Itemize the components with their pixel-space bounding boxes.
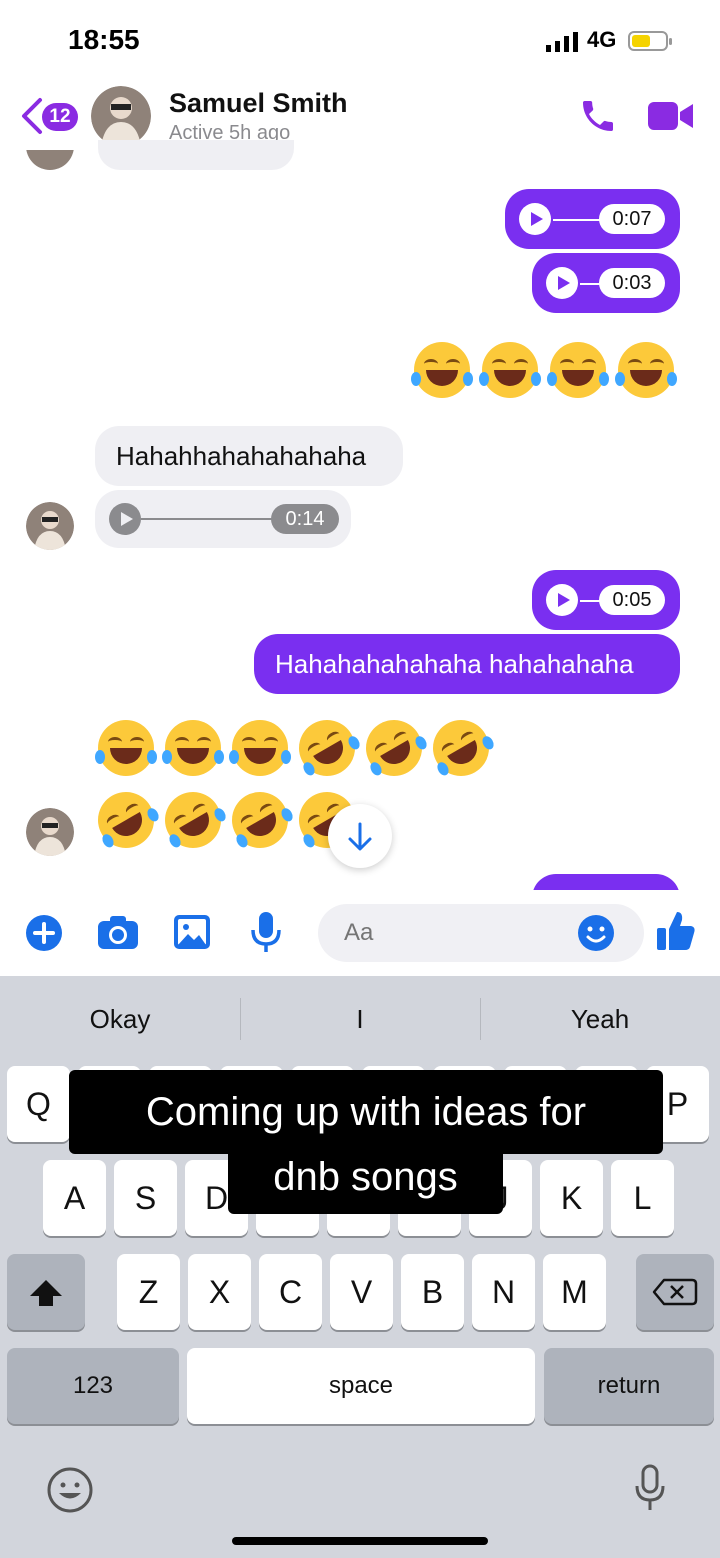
gallery-icon[interactable] — [173, 914, 211, 950]
incoming-text-message[interactable]: Hahahhahahahahaha — [95, 426, 403, 486]
play-icon[interactable] — [109, 503, 141, 535]
sender-avatar-partial — [26, 150, 74, 170]
rolling-on-the-floor-laughing-icon — [288, 709, 366, 787]
network-type: 4G — [587, 27, 617, 52]
sender-avatar[interactable] — [26, 502, 74, 550]
video-camera-icon[interactable] — [648, 100, 694, 132]
key-s[interactable]: S — [114, 1160, 177, 1236]
rolling-on-the-floor-laughing-icon — [154, 781, 232, 859]
plus-icon[interactable] — [25, 914, 63, 952]
key-a[interactable]: A — [43, 1160, 106, 1236]
face-with-tears-of-joy-icon — [229, 720, 291, 776]
face-with-tears-of-joy-icon — [95, 720, 157, 776]
backspace-icon — [652, 1278, 698, 1306]
rolling-on-the-floor-laughing-icon — [422, 709, 500, 787]
outgoing-text-message[interactable]: Hahahahahahaha hahahahaha — [254, 634, 680, 694]
signal-icon — [546, 32, 578, 52]
key-n[interactable]: N — [472, 1254, 535, 1330]
play-icon[interactable] — [546, 267, 578, 299]
caption-line-1: Coming up with ideas for — [69, 1070, 663, 1154]
emoji-keyboard-icon[interactable] — [46, 1466, 94, 1514]
key-z[interactable]: Z — [117, 1254, 180, 1330]
voice-duration: 0:05 — [599, 585, 665, 615]
contact-name[interactable]: Samuel Smith — [169, 88, 348, 119]
dictation-microphone-icon[interactable] — [634, 1464, 666, 1514]
suggestion-yeah[interactable]: Yeah — [480, 1004, 720, 1035]
voice-progress — [141, 518, 273, 520]
battery-icon — [628, 31, 672, 51]
unread-count-badge[interactable]: 12 — [42, 103, 78, 131]
voice-progress — [553, 219, 605, 221]
rolling-on-the-floor-laughing-icon — [355, 709, 433, 787]
space-key[interactable]: space — [187, 1348, 535, 1424]
thumbs-up-icon[interactable] — [656, 910, 696, 952]
rolling-on-the-floor-laughing-icon — [221, 781, 299, 859]
voice-duration: 0:14 — [271, 504, 339, 534]
camera-icon[interactable] — [97, 914, 139, 950]
numbers-key[interactable]: 123 — [7, 1348, 179, 1424]
suggestion-okay[interactable]: Okay — [0, 1004, 240, 1035]
rolling-on-the-floor-laughing-icon — [87, 781, 165, 859]
emoji-message-incoming[interactable] — [95, 709, 500, 787]
backspace-key[interactable] — [636, 1254, 714, 1330]
face-with-tears-of-joy-icon — [547, 342, 609, 398]
key-c[interactable]: C — [259, 1254, 322, 1330]
emoji-icon[interactable] — [577, 914, 615, 952]
voice-message-outgoing[interactable]: 0:07 — [505, 189, 680, 249]
shift-key[interactable] — [7, 1254, 85, 1330]
voice-duration: 0:03 — [599, 268, 665, 298]
play-icon[interactable] — [519, 203, 551, 235]
key-b[interactable]: B — [401, 1254, 464, 1330]
home-indicator — [232, 1537, 488, 1545]
face-with-tears-of-joy-icon — [615, 342, 677, 398]
voice-message-outgoing[interactable]: 0:03 — [532, 253, 680, 313]
shift-arrow-icon — [30, 1280, 62, 1306]
sender-avatar[interactable] — [26, 808, 74, 856]
scroll-to-bottom-button[interactable] — [328, 804, 392, 868]
face-with-tears-of-joy-icon — [479, 342, 541, 398]
return-key[interactable]: return — [544, 1348, 714, 1424]
key-x[interactable]: X — [188, 1254, 251, 1330]
suggestion-i[interactable]: I — [240, 1004, 480, 1035]
key-v[interactable]: V — [330, 1254, 393, 1330]
face-with-tears-of-joy-icon — [411, 342, 473, 398]
key-l[interactable]: L — [611, 1160, 674, 1236]
microphone-icon[interactable] — [250, 911, 282, 953]
emoji-message-outgoing[interactable] — [411, 342, 680, 402]
status-time: 18:55 — [68, 24, 140, 55]
contact-avatar[interactable] — [91, 86, 151, 146]
play-icon[interactable] — [546, 584, 578, 616]
key-q[interactable]: Q — [7, 1066, 70, 1142]
phone-icon[interactable] — [578, 96, 618, 136]
back-chevron-icon[interactable] — [20, 96, 44, 136]
arrow-down-icon — [348, 822, 372, 851]
voice-message-outgoing[interactable]: 0:05 — [532, 570, 680, 630]
voice-message-incoming[interactable]: 0:14 — [95, 490, 351, 548]
caption-line-2: dnb songs — [228, 1148, 503, 1214]
face-with-tears-of-joy-icon — [162, 720, 224, 776]
previous-message-bubble — [98, 140, 294, 170]
key-k[interactable]: K — [540, 1160, 603, 1236]
key-m[interactable]: M — [543, 1254, 606, 1330]
voice-duration: 0:07 — [599, 204, 665, 234]
